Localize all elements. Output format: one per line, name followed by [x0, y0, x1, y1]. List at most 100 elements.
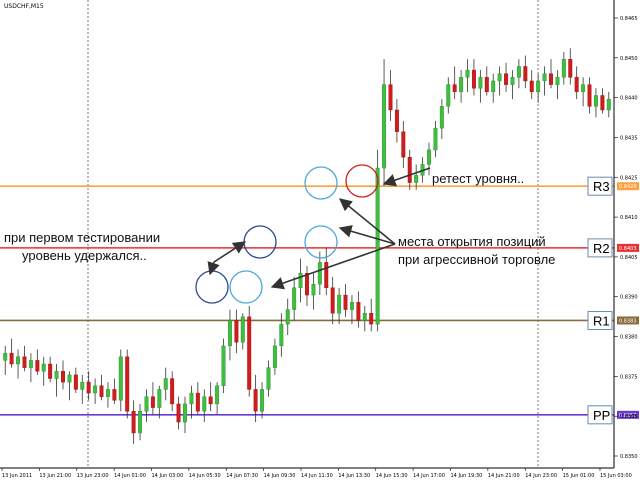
candle-bull-body: [459, 77, 464, 93]
candle-bear-body: [35, 360, 40, 372]
x-tick-label-2: 13 Jun 23:00: [77, 473, 109, 479]
candle-bear-body: [48, 363, 53, 379]
first-test-label-line2: уровень удержался..: [22, 248, 147, 263]
candle-bull-body: [285, 309, 290, 325]
candle-bear-body: [471, 69, 476, 89]
y-tick-label-2: 0.8440: [620, 96, 638, 102]
candle-38: [247, 305, 252, 397]
candle-bull-body: [138, 410, 143, 434]
entry-label-line1: места открытия позиций: [398, 234, 546, 249]
level-price-tag-r2: 0.8403: [619, 246, 637, 252]
retest-label: ретест уровня..: [432, 171, 524, 186]
x-tick-label-13: 14 Jun 21:00: [488, 473, 520, 479]
candle-bull-body: [202, 396, 207, 412]
x-tick-label-9: 14 Jun 13:30: [338, 473, 370, 479]
candle-bull-body: [555, 77, 560, 85]
candle-bear-body: [356, 302, 361, 321]
x-tick-label-5: 14 Jun 05:30: [189, 473, 221, 479]
x-tick-label-4: 14 Jun 03:00: [152, 473, 184, 479]
candle-bull-body: [227, 320, 232, 347]
candle-bull-body: [311, 283, 316, 296]
candle-bear-body: [401, 131, 406, 158]
entry-label-line2: при агрессивной торговле: [398, 252, 555, 267]
candle-bull-body: [349, 302, 354, 310]
candle-bear-body: [253, 389, 258, 412]
candle-bear-body: [131, 410, 136, 434]
candle-bear-body: [452, 84, 457, 93]
candle-bull-body: [536, 80, 541, 93]
candle-bull-body: [221, 345, 226, 386]
candle-bull-body: [362, 313, 367, 321]
candle-bull-body: [292, 287, 297, 310]
candle-bull-body: [414, 175, 419, 183]
y-tick-label-8: 0.8380: [620, 335, 638, 341]
candle-bull-body: [446, 84, 451, 107]
level-label-r2: R2: [593, 241, 610, 256]
candle-bull-body: [439, 106, 444, 129]
candle-bear-body: [73, 374, 78, 390]
candle-bull-body: [581, 84, 586, 93]
candle-bull-body: [215, 385, 220, 405]
candle-bull-body: [279, 323, 284, 347]
candle-bear-body: [568, 58, 573, 78]
candle-bull-body: [516, 66, 521, 78]
x-tick-label-6: 14 Jun 07:30: [226, 473, 258, 479]
candle-bull-body: [260, 389, 265, 412]
candle-bear-body: [587, 84, 592, 107]
x-tick-label-10: 14 Jun 15:30: [376, 473, 408, 479]
candle-bull-body: [382, 84, 387, 169]
candle-bear-body: [574, 77, 579, 93]
candle-bear-body: [234, 320, 239, 343]
level-price-tag-r3: 0.8420: [619, 184, 637, 190]
candle-bull-body: [28, 360, 33, 368]
candle-bull-body: [606, 98, 611, 111]
candle-bull-body: [67, 374, 72, 383]
candle-bear-body: [549, 73, 553, 85]
candle-bear-body: [247, 316, 252, 390]
candle-bull-body: [16, 356, 21, 365]
level-label-pp: PP: [593, 408, 610, 423]
candle-bull-body: [542, 73, 547, 82]
candle-bull-body: [561, 58, 566, 78]
candle-bull-body: [118, 356, 123, 401]
first-test-label-line1: при первом тестировании: [4, 230, 160, 245]
candle-bear-body: [22, 356, 27, 368]
candle-bear-body: [112, 389, 117, 401]
candle-bear-body: [369, 313, 374, 325]
candle-34: [221, 338, 226, 394]
x-tick-label-0: 13 Jun 2011: [2, 473, 32, 479]
level-label-r1: R1: [593, 313, 610, 328]
x-tick-label-16: 15 Jun 03:00: [600, 473, 632, 479]
candle-bear-body: [324, 262, 329, 289]
y-tick-label-0: 0.8465: [620, 16, 638, 22]
x-tick-label-3: 14 Jun 01:00: [114, 473, 146, 479]
y-tick-label-10: 0.8365: [620, 414, 638, 420]
x-tick-label-11: 14 Jun 17:00: [413, 473, 445, 479]
candle-bear-body: [394, 109, 399, 132]
candle-bull-body: [497, 73, 502, 82]
candle-bear-body: [176, 403, 181, 423]
candle-bear-body: [195, 392, 200, 412]
candle-bear-body: [343, 294, 348, 310]
y-tick-label-3: 0.8435: [620, 135, 638, 141]
candle-bull-body: [478, 77, 483, 89]
candle-bear-body: [99, 385, 104, 397]
candle-bull-body: [491, 80, 496, 93]
level-price-tag-r1: 0.8383: [619, 318, 637, 324]
x-tick-label-7: 14 Jun 09:30: [264, 473, 296, 479]
candle-bull-body: [298, 273, 303, 289]
candle-bull-body: [41, 363, 46, 372]
candle-bull-body: [510, 77, 515, 85]
candle-bear-body: [484, 77, 489, 93]
candle-bull-body: [93, 385, 98, 394]
y-tick-label-9: 0.8375: [620, 374, 638, 380]
candle-bull-body: [272, 345, 277, 368]
candle-bull-body: [157, 389, 162, 408]
candle-bull-body: [183, 403, 187, 423]
candle-bull-body: [105, 389, 110, 397]
candle-bear-body: [504, 73, 509, 85]
y-tick-label-11: 0.8350: [620, 454, 638, 460]
candle-bull-body: [240, 316, 245, 343]
candle-bull-body: [3, 352, 8, 361]
x-tick-label-12: 14 Jun 19:30: [451, 473, 483, 479]
